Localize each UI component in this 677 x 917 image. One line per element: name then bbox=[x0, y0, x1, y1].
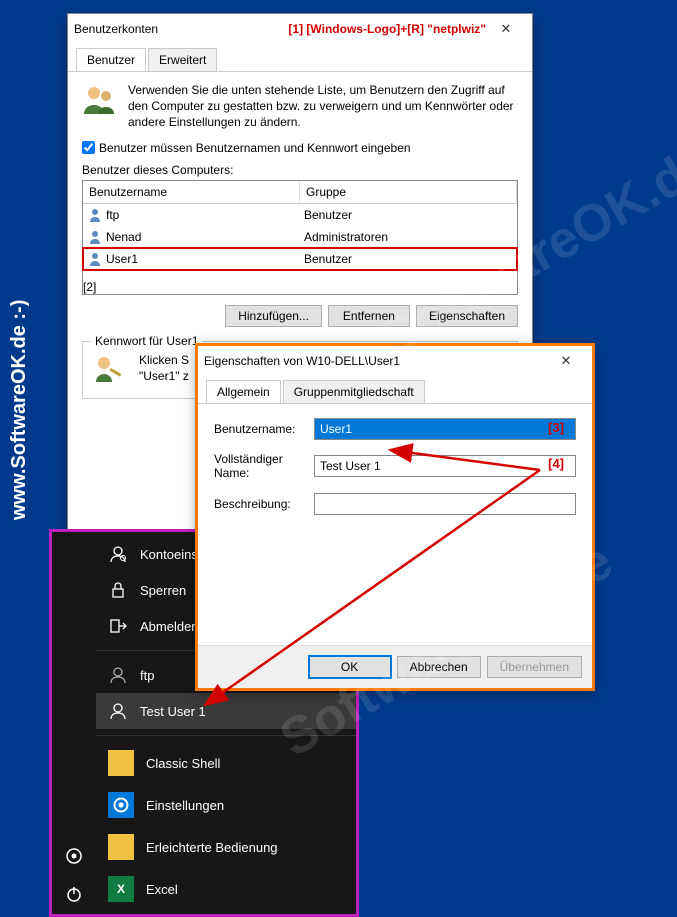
user-icon bbox=[87, 229, 103, 245]
tabs: Allgemein Gruppenmitgliedschaft bbox=[198, 376, 592, 404]
app-settings[interactable]: Einstellungen bbox=[96, 784, 356, 826]
annotation-1: [1] [Windows-Logo]+[R] "netplwiz" bbox=[288, 22, 486, 36]
fullname-field[interactable]: Test User 1 bbox=[314, 455, 576, 477]
annotation-4: [4] bbox=[548, 456, 564, 471]
username-field[interactable]: User1 bbox=[314, 418, 576, 440]
power-icon[interactable] bbox=[64, 884, 84, 904]
separator bbox=[96, 735, 356, 736]
item-label: ftp bbox=[140, 668, 154, 683]
item-label: Sperren bbox=[140, 583, 186, 598]
close-button[interactable]: ✕ bbox=[546, 348, 586, 374]
password-legend: Kennwort für User1 bbox=[91, 334, 202, 348]
pw-text: Klicken S "User1" z bbox=[139, 352, 189, 388]
key-icon bbox=[93, 352, 129, 388]
cell: ftp bbox=[106, 208, 119, 222]
start-left-bar bbox=[52, 532, 96, 914]
col-username[interactable]: Benutzername bbox=[83, 181, 300, 203]
signout-icon bbox=[108, 616, 128, 636]
app-classic-shell[interactable]: Classic Shell bbox=[96, 742, 356, 784]
cell: Benutzer bbox=[300, 207, 517, 223]
tab-users[interactable]: Benutzer bbox=[76, 48, 146, 71]
user-testuser1[interactable]: Test User 1 bbox=[96, 693, 356, 729]
annotation-3: [3] bbox=[548, 420, 564, 435]
list-row-selected[interactable]: User1 Benutzer bbox=[83, 248, 517, 270]
tab-advanced[interactable]: Erweitert bbox=[148, 48, 217, 71]
properties-button[interactable]: Eigenschaften bbox=[416, 305, 518, 327]
dialog-title: Benutzerkonten bbox=[74, 22, 288, 36]
tabs: Benutzer Erweitert bbox=[68, 44, 532, 72]
titlebar[interactable]: Eigenschaften von W10-DELL\User1 ✕ bbox=[198, 346, 592, 376]
titlebar[interactable]: Benutzerkonten [1] [Windows-Logo]+[R] "n… bbox=[68, 14, 532, 44]
description-text: Verwenden Sie die unten stehende Liste, … bbox=[128, 82, 518, 131]
item-label: Abmelden bbox=[140, 619, 199, 634]
cell: Benutzer bbox=[300, 251, 517, 267]
list-label: Benutzer dieses Computers: bbox=[82, 163, 518, 177]
cancel-button[interactable]: Abbrechen bbox=[397, 656, 481, 678]
annotation-2: [2] bbox=[83, 280, 96, 294]
item-label: Erleichterte Bedienung bbox=[146, 840, 278, 855]
cell: User1 bbox=[106, 252, 138, 266]
checkbox-label: Benutzer müssen Benutzernamen und Kennwo… bbox=[99, 141, 411, 155]
cell: Administratoren bbox=[300, 229, 517, 245]
item-label: Test User 1 bbox=[140, 704, 206, 719]
properties-dialog: Eigenschaften von W10-DELL\User1 ✕ Allge… bbox=[195, 343, 595, 691]
cell: Nenad bbox=[106, 230, 141, 244]
user-icon bbox=[87, 251, 103, 267]
user-icon bbox=[108, 701, 128, 721]
users-icon bbox=[82, 82, 118, 118]
username-label: Benutzername: bbox=[214, 422, 314, 436]
account-icon bbox=[108, 544, 128, 564]
lock-icon bbox=[108, 580, 128, 600]
folder-icon bbox=[108, 834, 134, 860]
user-list[interactable]: Benutzername Gruppe ftp Benutzer Nenad A… bbox=[82, 180, 518, 295]
description-field[interactable] bbox=[314, 493, 576, 515]
dialog-title: Eigenschaften von W10-DELL\User1 bbox=[204, 354, 546, 368]
item-label: Classic Shell bbox=[146, 756, 220, 771]
gear-tile-icon bbox=[108, 792, 134, 818]
side-branding-text: www.SoftwareOK.de :-) bbox=[8, 300, 31, 520]
description-label: Beschreibung: bbox=[214, 497, 314, 511]
close-button[interactable]: ✕ bbox=[486, 16, 526, 42]
folder-icon bbox=[108, 750, 134, 776]
add-button[interactable]: Hinzufügen... bbox=[225, 305, 322, 327]
fullname-label: Vollständiger Name: bbox=[214, 452, 314, 481]
app-ease-of-access[interactable]: Erleichterte Bedienung bbox=[96, 826, 356, 868]
excel-icon: X bbox=[108, 876, 134, 902]
list-row[interactable]: ftp Benutzer bbox=[83, 204, 517, 226]
col-group[interactable]: Gruppe bbox=[300, 181, 517, 203]
user-icon bbox=[108, 665, 128, 685]
apply-button[interactable]: Übernehmen bbox=[487, 656, 582, 678]
app-excel[interactable]: X Excel bbox=[96, 868, 356, 910]
tab-group-membership[interactable]: Gruppenmitgliedschaft bbox=[283, 380, 425, 403]
remove-button[interactable]: Entfernen bbox=[328, 305, 410, 327]
item-label: Excel bbox=[146, 882, 178, 897]
require-password-checkbox[interactable] bbox=[82, 141, 95, 154]
item-label: Einstellungen bbox=[146, 798, 224, 813]
ok-button[interactable]: OK bbox=[309, 656, 391, 678]
list-row[interactable]: Nenad Administratoren bbox=[83, 226, 517, 248]
user-icon bbox=[87, 207, 103, 223]
tab-general[interactable]: Allgemein bbox=[206, 380, 281, 403]
settings-icon[interactable] bbox=[64, 846, 84, 866]
